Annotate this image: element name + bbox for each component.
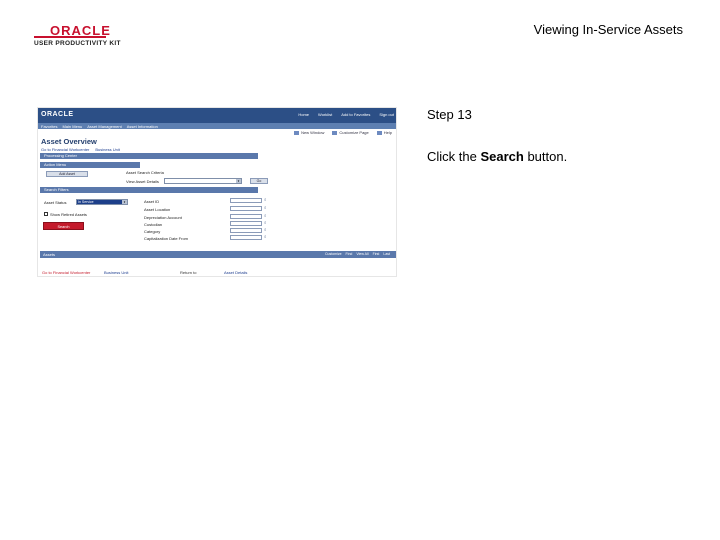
field-label-category: Category — [144, 229, 161, 234]
add-asset-button[interactable]: Add Asset — [46, 171, 88, 177]
nav-favorites[interactable]: Favorites — [41, 124, 57, 129]
grid-customize-link[interactable]: Customize — [325, 251, 342, 258]
breadcrumb-unit: Business Unit — [95, 147, 120, 152]
cap-date-input[interactable] — [230, 235, 262, 240]
breadcrumb: Go to Financial Workcenter Business Unit — [41, 147, 120, 152]
oracle-upk-logo: ORACLE USER PRODUCTIVITY KIT — [34, 23, 126, 49]
section-action-menu[interactable]: Action Menu — [40, 162, 140, 168]
grid-first-link[interactable]: First — [373, 251, 380, 258]
category-input[interactable] — [230, 228, 262, 233]
field-label-depreciation: Depreciation Account — [144, 215, 182, 220]
header-links: Home Worklist Add to Favorites Sign out — [298, 112, 394, 117]
nav-asset-information[interactable]: Asset Information — [127, 124, 158, 129]
page-title: Asset Overview — [41, 137, 97, 146]
customize-icon — [332, 130, 338, 135]
view-asset-details-label: View Asset Details — [126, 179, 159, 184]
app-header-bar: ORACLE Home Worklist Add to Favorites Si… — [38, 108, 396, 123]
chevron-down-icon: ▾ — [122, 200, 127, 204]
header-link-home[interactable]: Home — [298, 112, 309, 117]
asset-details-select[interactable]: ▾ — [164, 178, 242, 184]
toolbar-help[interactable]: Help — [376, 130, 392, 135]
field-label-asset-id: Asset ID — [144, 199, 160, 204]
slide-title: Viewing In-Service Assets — [533, 22, 683, 37]
grid-nav: Customize Find View All First Last — [325, 251, 390, 258]
logo-underline — [34, 36, 106, 38]
custodian-input[interactable] — [230, 221, 262, 226]
step-suffix: button. — [523, 149, 568, 164]
bottom-business-unit: Business Unit — [104, 270, 129, 275]
header-link-worklist[interactable]: Worklist — [318, 112, 332, 117]
asset-search-criteria-label: Asset Search Criteria — [126, 170, 164, 175]
asset-status-select[interactable]: In Service ▾ — [76, 199, 128, 205]
page-toolbar: New Window Customize Page Help — [294, 130, 392, 135]
lookup-icon[interactable]: ⌕ — [264, 220, 267, 225]
field-label-location: Asset Location — [144, 207, 171, 212]
lookup-icon[interactable]: ⌕ — [264, 197, 267, 202]
lookup-icon[interactable]: ⌕ — [264, 234, 267, 239]
section-processing-center[interactable]: Processing Center — [40, 153, 258, 159]
app-screenshot: ORACLE Home Worklist Add to Favorites Si… — [37, 107, 397, 277]
toolbar-new-window[interactable]: New Window — [294, 130, 324, 135]
assets-grid-header: Assets Customize Find View All First Las… — [40, 251, 396, 258]
app-nav-bar: Favorites Main Menu Asset Management Ass… — [38, 123, 396, 129]
section-search-filters[interactable]: Search Filters — [40, 187, 258, 193]
lookup-icon[interactable]: ⌕ — [264, 227, 267, 232]
lookup-icon[interactable]: ⌕ — [264, 205, 267, 210]
header-link-favorites[interactable]: Add to Favorites — [341, 112, 370, 117]
step-prefix: Click the — [427, 149, 481, 164]
header-link-signout[interactable]: Sign out — [379, 112, 394, 117]
nav-asset-management[interactable]: Asset Management — [87, 124, 121, 129]
asset-id-input[interactable] — [230, 198, 262, 203]
show-retired-checkbox[interactable] — [44, 212, 48, 216]
show-retired-label: Show Retired Assets — [50, 212, 87, 217]
toolbar-customize[interactable]: Customize Page — [332, 130, 369, 135]
app-logo: ORACLE — [41, 111, 74, 118]
lookup-icon[interactable]: ⌕ — [264, 213, 267, 218]
grid-find-link[interactable]: Find — [346, 251, 353, 258]
asset-status-label: Asset Status — [44, 200, 67, 205]
bottom-link-workcenter[interactable]: Go to Financial Workcenter — [42, 270, 90, 275]
field-label-cap-date: Capitalization Date From — [144, 236, 189, 241]
bottom-return-label: Return to — [180, 270, 197, 275]
logo-product: USER PRODUCTIVITY KIT — [34, 40, 121, 47]
field-label-custodian: Custodian — [144, 222, 163, 227]
bottom-link-asset-details[interactable]: Asset Details — [224, 270, 247, 275]
breadcrumb-link[interactable]: Go to Financial Workcenter — [41, 147, 89, 152]
chevron-down-icon: ▾ — [236, 179, 241, 183]
depreciation-input[interactable] — [230, 214, 262, 219]
help-icon — [376, 130, 382, 135]
grid-view-all-link[interactable]: View All — [356, 251, 368, 258]
location-input[interactable] — [230, 206, 262, 211]
step-target: Search — [480, 149, 524, 164]
window-icon — [294, 130, 300, 135]
grid-last-link[interactable]: Last — [383, 251, 390, 258]
nav-main-menu[interactable]: Main Menu — [62, 124, 82, 129]
step-instruction: Click the Search button. — [427, 149, 567, 164]
assets-grid-title: Assets — [43, 252, 56, 257]
step-number: Step 13 — [427, 107, 472, 122]
go-button[interactable]: Go — [250, 178, 268, 184]
search-button[interactable]: Search — [43, 222, 84, 230]
